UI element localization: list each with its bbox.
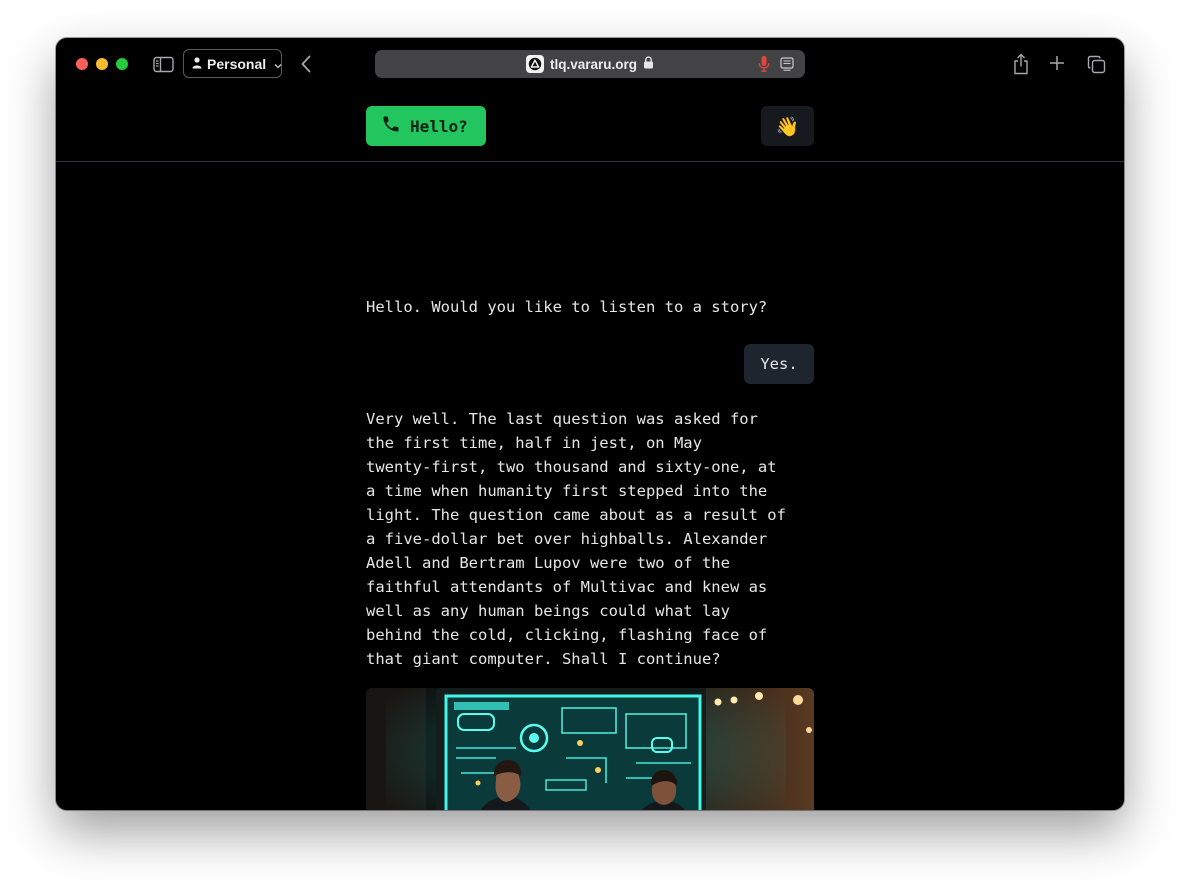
lock-icon	[643, 56, 654, 72]
message-line: light. The question came about as a resu…	[366, 506, 786, 524]
assistant-message: Hello. Would you like to listen to a sto…	[366, 298, 768, 316]
tab-overview-icon[interactable]	[1084, 52, 1108, 76]
call-button-label: Hello?	[410, 116, 468, 136]
story-illustration	[366, 688, 814, 810]
profile-selector[interactable]: Personal	[183, 49, 282, 78]
sidebar-icon[interactable]	[152, 53, 174, 75]
wave-button[interactable]: 👋	[761, 106, 814, 146]
chevron-left-icon[interactable]	[295, 53, 317, 75]
assistant-message: Very well. The last question was asked f…	[366, 407, 814, 671]
zoom-window-button[interactable]	[116, 58, 128, 70]
address-bar[interactable]: tlq.vararu.org	[375, 50, 805, 78]
message-line: that giant computer. Shall I continue?	[366, 650, 721, 668]
message-line: Adell and Bertram Lupov were two of the	[366, 554, 730, 572]
message-line: twenty-first, two thousand and sixty-one…	[366, 458, 777, 476]
profile-label: Personal	[207, 55, 267, 72]
app-header: Hello? 👋	[56, 90, 1124, 162]
share-icon[interactable]	[1009, 51, 1033, 77]
message-line: the first time, half in jest, on May	[366, 434, 702, 452]
url-text: tlq.vararu.org	[549, 56, 638, 72]
user-message-text: Yes.	[760, 355, 798, 373]
address-bar-content: tlq.vararu.org	[375, 50, 805, 78]
browser-window: Personal tlq.vararu.org Hello? 👋 Hello. …	[56, 38, 1124, 810]
person-icon	[192, 56, 202, 72]
call-button[interactable]: Hello?	[366, 106, 486, 146]
message-line: faithful attendants of Multivac and knew…	[366, 578, 768, 596]
minimize-window-button[interactable]	[96, 58, 108, 70]
message-line: Very well. The last question was asked f…	[366, 410, 758, 428]
chevron-down-icon	[274, 56, 282, 72]
message-line: behind the cold, clicking, flashing face…	[366, 626, 768, 644]
browser-toolbar: Personal tlq.vararu.org	[56, 38, 1124, 90]
site-logo-icon	[525, 55, 544, 73]
message-line: a time when humanity first stepped into …	[366, 482, 768, 500]
reader-icon[interactable]	[779, 56, 795, 72]
plus-icon[interactable]	[1046, 52, 1068, 74]
user-message: Yes.	[744, 344, 814, 384]
phone-icon	[381, 114, 401, 138]
microphone-icon[interactable]	[757, 55, 771, 73]
waving-hand-icon: 👋	[775, 115, 800, 138]
web-page: Hello? 👋 Hello. Would you like to listen…	[56, 90, 1124, 810]
close-window-button[interactable]	[76, 58, 88, 70]
message-line: a five-dollar bet over highballs. Alexan…	[366, 530, 768, 548]
message-line: well as any human beings could what lay	[366, 602, 730, 620]
